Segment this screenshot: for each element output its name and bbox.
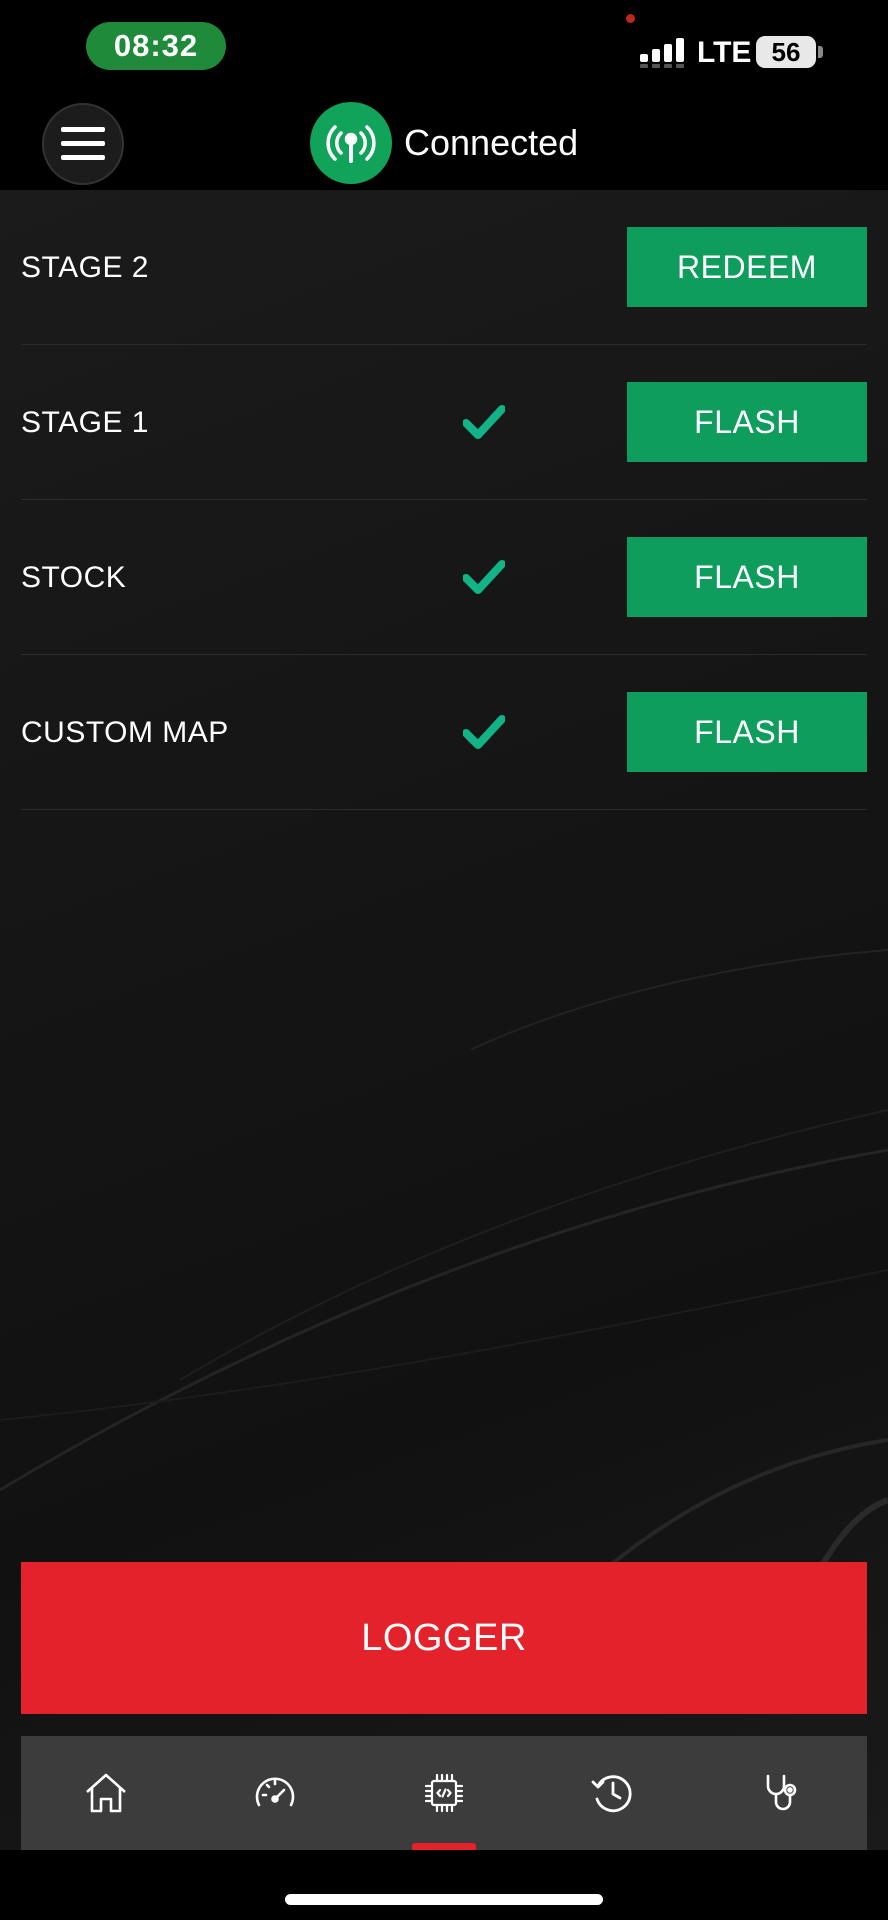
speedometer-icon	[255, 1777, 295, 1807]
antenna-icon	[310, 102, 392, 184]
flash-button[interactable]: FLASH	[627, 537, 867, 617]
battery-level: 56	[771, 36, 801, 67]
stethoscope-icon	[767, 1774, 797, 1811]
battery-icon: 56	[756, 36, 816, 68]
history-icon	[591, 1775, 632, 1813]
map-label: STAGE 2	[21, 250, 149, 284]
menu-button[interactable]	[42, 103, 124, 185]
map-row-stage-2: STAGE 2 REDEEM	[21, 190, 867, 345]
main-content: STAGE 2 REDEEM STAGE 1 FLASH STOCK FLASH…	[0, 190, 888, 1850]
redeem-button[interactable]: REDEEM	[627, 227, 867, 307]
bottom-safe-area	[0, 1850, 888, 1920]
map-label: CUSTOM MAP	[21, 715, 229, 749]
hamburger-icon	[61, 127, 105, 160]
checkmark-icon	[463, 560, 505, 594]
tab-history[interactable]	[529, 1736, 698, 1850]
tab-diagnostics[interactable]	[698, 1736, 867, 1850]
app-header: Connected	[0, 95, 888, 190]
flash-button[interactable]: FLASH	[627, 382, 867, 462]
status-time: 08:32	[86, 22, 226, 70]
active-tab-indicator	[412, 1843, 476, 1850]
checkmark-icon	[463, 405, 505, 439]
tab-dashboard[interactable]	[190, 1736, 359, 1850]
network-type: LTE	[697, 36, 752, 69]
status-bar: 08:32 LTE 56	[0, 0, 888, 95]
connection-status: Connected	[310, 102, 578, 184]
tab-home[interactable]	[21, 1736, 190, 1850]
flash-button[interactable]: FLASH	[627, 692, 867, 772]
battery-tip	[818, 46, 823, 58]
cellular-signal-icon	[640, 38, 684, 68]
checkmark-icon	[463, 715, 505, 749]
home-indicator[interactable]	[285, 1894, 603, 1905]
map-row-custom-map: CUSTOM MAP FLASH	[21, 655, 867, 810]
tab-tuning[interactable]	[359, 1736, 528, 1850]
logger-button[interactable]: LOGGER	[21, 1562, 867, 1714]
chip-icon	[424, 1773, 464, 1813]
map-label: STOCK	[21, 560, 127, 594]
bottom-tab-bar	[21, 1736, 867, 1850]
map-row-stage-1: STAGE 1 FLASH	[21, 345, 867, 500]
home-icon	[85, 1773, 126, 1813]
recording-dot	[626, 14, 635, 23]
map-label: STAGE 1	[21, 405, 149, 439]
connection-label: Connected	[404, 122, 579, 163]
map-row-stock: STOCK FLASH	[21, 500, 867, 655]
